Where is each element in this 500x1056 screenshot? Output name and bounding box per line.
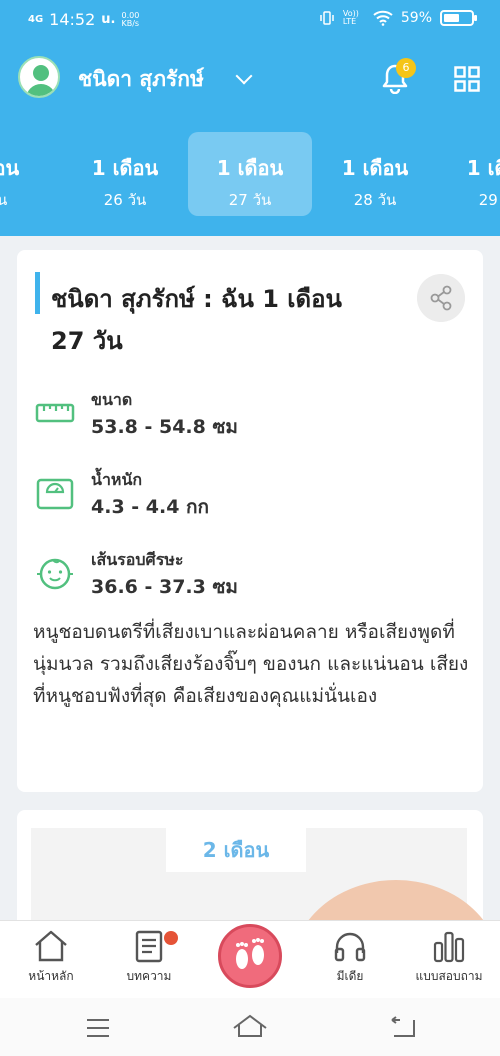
nav-survey[interactable]: แบบสอบถาม (404, 929, 494, 999)
age-tab-active[interactable]: 1 เดือน 27 วัน (188, 132, 312, 216)
nav-home[interactable]: หน้าหลัก (6, 929, 96, 999)
stat-head-circumference: เส้นรอบศีรษะ 36.6 - 37.3 ซม (35, 548, 435, 608)
nav-label: แบบสอบถาม (415, 969, 483, 983)
age-tab[interactable]: 1 เดือน 29 วัน (438, 132, 500, 216)
stat-weight: น้ำหนัก 4.3 - 4.4 กก (35, 468, 435, 528)
tab-month: 1 เดือน (91, 156, 159, 180)
stat-label: น้ำหนัก (91, 470, 143, 489)
tab-month: 1 เดือน (466, 156, 500, 180)
age-tabs: 1 เดือน 25 วัน 1 เดือน 26 วัน 1 เดือน 27 วั… (0, 132, 500, 218)
home-icon (35, 930, 67, 962)
footprints-icon (236, 938, 264, 969)
nav-label: มีเดีย (336, 969, 364, 983)
stat-label: ขนาด (91, 390, 133, 409)
next-month-card[interactable]: 2 เดือน (17, 810, 483, 930)
tab-day: 27 วัน (228, 191, 272, 209)
age-tab[interactable]: 1 เดือน 26 วัน (63, 132, 187, 216)
clock: 14:52 (49, 10, 96, 29)
scale-icon (36, 478, 74, 510)
stat-value: 4.3 - 4.4 กก (91, 496, 210, 518)
baby-face-icon (37, 558, 73, 590)
battery-percent: 59% (400, 10, 432, 26)
volte-label: Vo)) LTE (342, 9, 359, 26)
status-bar: 4G 14:52 u. 0.00 KB/s Vo)) LTE 59% (0, 0, 500, 38)
age-tab[interactable]: 1 เดือน 28 วัน (313, 132, 437, 216)
notification-dot (164, 931, 178, 945)
share-icon[interactable] (417, 274, 465, 322)
development-description: หนูชอบดนตรีที่เสียงเบาและผ่อนคลาย หรือเส… (33, 621, 469, 707)
month-label: 2 เดือน (166, 828, 306, 872)
tab-month: 1 เดือน (0, 156, 20, 180)
avatar[interactable] (18, 56, 60, 98)
wifi-icon (373, 10, 393, 26)
home-button-icon[interactable] (232, 1014, 268, 1038)
nav-label: หน้าหลัก (28, 969, 74, 983)
ruler-icon (35, 403, 75, 423)
age-tab[interactable]: 1 เดือน 25 วัน (0, 132, 48, 216)
footprint-button[interactable] (218, 924, 282, 988)
nav-articles[interactable]: บทความ (104, 929, 194, 999)
development-card: ชนิดา สุภรักษ์ : ฉัน 1 เดือน 27 วัน ขนาด… (17, 250, 483, 792)
tab-month: 1 เดือน (216, 156, 284, 180)
tab-day: 29 วัน (478, 191, 500, 209)
chevron-down-icon[interactable] (235, 67, 253, 85)
battery-icon (440, 10, 477, 26)
tab-month: 1 เดือน (341, 156, 409, 180)
carrier-mark: u. (101, 12, 116, 27)
network-speed-unit: KB/s (121, 18, 140, 28)
nav-media[interactable]: มีเดีย (305, 929, 395, 999)
stat-size: ขนาด 53.8 - 54.8 ซม (35, 388, 435, 448)
document-icon (135, 930, 163, 963)
grid-menu-icon[interactable] (454, 66, 480, 92)
card-title: ชนิดา สุภรักษ์ : ฉัน 1 เดือน 27 วัน (51, 285, 342, 355)
headphones-icon (334, 932, 366, 962)
back-icon[interactable] (390, 1016, 416, 1038)
tab-day: 28 วัน (353, 191, 397, 209)
vibrate-icon (320, 11, 334, 25)
menu-icon[interactable] (86, 1018, 110, 1038)
stat-value: 53.8 - 54.8 ซม (91, 416, 238, 438)
stat-value: 36.6 - 37.3 ซม (91, 576, 238, 598)
network-type: 4G (28, 14, 44, 25)
title-accent-bar (35, 272, 40, 314)
stat-label: เส้นรอบศีรษะ (91, 550, 184, 569)
app-header: 4G 14:52 u. 0.00 KB/s Vo)) LTE 59% ชนิดา… (0, 0, 500, 236)
bar-chart-icon (433, 931, 465, 963)
tab-day: 26 วัน (103, 191, 147, 209)
tab-day: 25 วัน (0, 191, 8, 209)
user-name[interactable]: ชนิดา สุภรักษ์ (78, 63, 204, 96)
system-navigation-bar (0, 998, 500, 1056)
nav-label: บทความ (126, 969, 172, 983)
baby-photo: 2 เดือน (31, 828, 483, 930)
notification-badge: 6 (396, 58, 416, 78)
